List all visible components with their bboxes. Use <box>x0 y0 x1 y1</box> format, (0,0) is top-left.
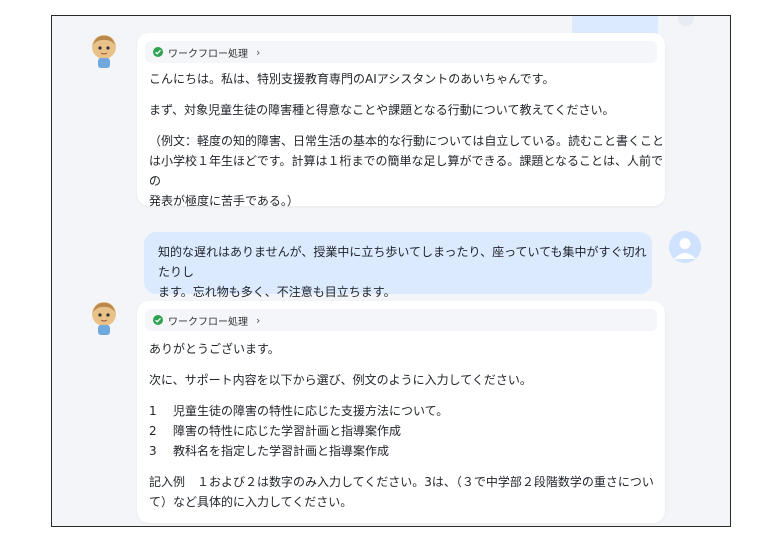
list-item: 2 障害の特性に応じた学習計画と指導案作成 <box>149 421 654 441</box>
message-line: 次に、サポート内容を以下から選び、例文のように入力してください。 <box>149 373 532 387</box>
option-list: 1 児童生徒の障害の特性に応じた支援方法について。 2 障害の特性に応じた学習計… <box>149 401 654 461</box>
bot-avatar-icon <box>92 35 116 68</box>
message-line: は小学校１年生ほどです。計算は１桁までの簡単な足し算ができる。課題となることは、… <box>149 154 663 188</box>
message-line: ます。忘れ物も多く、不注意も目立ちます。 <box>158 285 396 299</box>
chevron-right-icon: › <box>256 313 261 327</box>
check-icon <box>153 315 163 325</box>
user-message-1: 知的な遅れはありませんが、授業中に立ち歩いてしまったり、座っていても集中がすぐ切… <box>144 232 652 299</box>
chat-window: ワークフロー処理 › こんにちは。私は、特別支援教育専門のAIアシスタントのあい… <box>51 15 731 527</box>
message-line: て）など具体的に入力してください。 <box>149 495 353 509</box>
user-avatar-icon <box>669 231 701 263</box>
option-number: 3 <box>149 444 157 458</box>
bot-message-2-text: ありがとうございます。 次に、サポート内容を以下から選び、例文のように入力してく… <box>149 339 654 512</box>
bot-avatar-icon <box>92 302 116 335</box>
workflow-label: ワークフロー処理 <box>168 48 248 60</box>
list-item: 1 児童生徒の障害の特性に応じた支援方法について。 <box>149 401 654 421</box>
message-line: 知的な遅れはありませんが、授業中に立ち歩いてしまったり、座っていても集中がすぐ切… <box>158 245 647 279</box>
option-number: 2 <box>149 424 157 438</box>
message-line: こんにちは。私は、特別支援教育専門のAIアシスタントのあいちゃんです。 <box>149 72 555 86</box>
bot-message-1: ワークフロー処理 › こんにちは。私は、特別支援教育専門のAIアシスタントのあい… <box>137 33 665 208</box>
message-line: まず、対象児童生徒の障害種と得意なことや課題となる行動について教えてください。 <box>149 103 615 117</box>
option-text: 障害の特性に応じた学習計画と指導案作成 <box>173 424 402 438</box>
chevron-right-icon: › <box>256 45 261 59</box>
bot-message-1-text: こんにちは。私は、特別支援教育専門のAIアシスタントのあいちゃんです。 まず、対… <box>149 69 665 211</box>
option-text: 児童生徒の障害の特性に応じた支援方法について。 <box>173 404 449 418</box>
option-text: 教科名を指定した学習計画と指導案作成 <box>173 444 390 458</box>
list-item: 3 教科名を指定した学習計画と指導案作成 <box>149 441 654 461</box>
workflow-toggle[interactable]: ワークフロー処理 › <box>145 309 657 331</box>
message-line: 記入例 １および２は数字のみ入力してください。3は、（３で中学部２段階数学の重さ… <box>149 475 654 489</box>
check-icon <box>153 47 163 57</box>
user-message-1-text: 知的な遅れはありませんが、授業中に立ち歩いてしまったり、座っていても集中がすぐ切… <box>158 242 652 302</box>
message-line: （例文：軽度の知的障害、日常生活の基本的な行動については自立している。読むこと書… <box>149 134 665 148</box>
previous-user-avatar <box>678 16 694 26</box>
workflow-label: ワークフロー処理 <box>168 316 248 328</box>
message-line: ありがとうございます。 <box>149 342 280 356</box>
message-line: 発表が極度に苦手である。） <box>149 194 299 208</box>
bot-message-2: ワークフロー処理 › ありがとうございます。 次に、サポート内容を以下から選び、… <box>137 301 665 523</box>
workflow-toggle[interactable]: ワークフロー処理 › <box>145 41 657 63</box>
option-number: 1 <box>149 404 157 418</box>
